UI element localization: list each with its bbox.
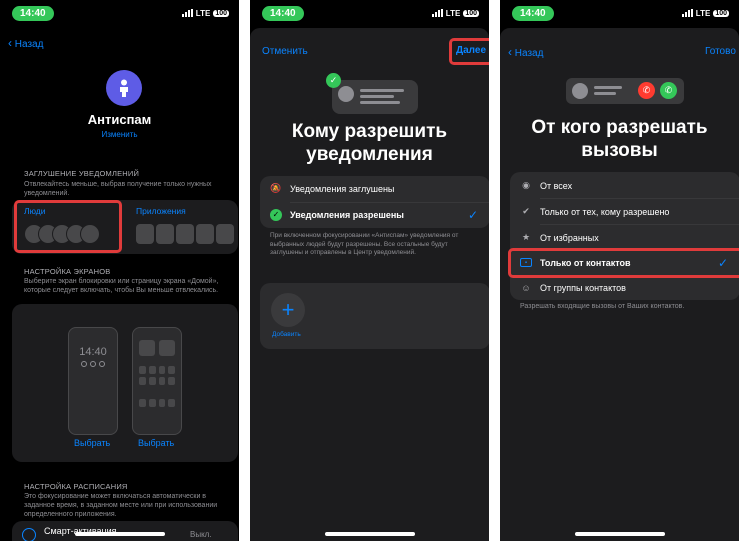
- option-allowed-only[interactable]: ✔ Только от тех, кому разрешено: [510, 199, 739, 224]
- signal-icon: [681, 9, 693, 17]
- apps-tile[interactable]: Приложения: [136, 206, 234, 244]
- status-bar: 14:40 LTE 100: [12, 5, 229, 21]
- back-button[interactable]: ‹ Назад: [508, 45, 543, 59]
- done-button[interactable]: Готово: [705, 46, 736, 57]
- focus-title: Антиспам: [87, 112, 152, 127]
- choose-home-button[interactable]: Выбрать: [138, 438, 174, 448]
- network-label: LTE: [695, 8, 711, 18]
- widget-dots: [69, 361, 117, 367]
- lock-screen-preview[interactable]: 14:40: [68, 327, 118, 435]
- focus-settings-screen: 14:40 LTE 100 ‹ Назад Антиспам Изменить …: [0, 0, 239, 541]
- option-silenced[interactable]: 🔕 Уведомления заглушены: [260, 176, 489, 201]
- smart-activation-icon: [22, 528, 36, 541]
- apps-label: Приложения: [136, 206, 186, 216]
- home-indicator: [574, 532, 665, 536]
- highlight-contacts-only: [508, 248, 739, 278]
- highlight-people: [14, 200, 122, 253]
- allow-notifications-screen: 14:40 LTE 100 Отменить Далее ✓ Кому разр…: [250, 0, 489, 541]
- signal-icon: [431, 9, 443, 17]
- bell-slash-icon: 🔕: [270, 183, 282, 193]
- silence-header: ЗАГЛУШЕНИЕ УВЕДОМЛЕНИЙ: [24, 169, 140, 178]
- accept-call-icon: ✆: [660, 82, 677, 99]
- status-time: 14:40: [512, 5, 554, 21]
- plus-icon: +: [281, 297, 295, 322]
- option-favorites[interactable]: ★ От избранных: [510, 225, 739, 250]
- edit-link[interactable]: Изменить: [0, 130, 239, 139]
- home-indicator: [324, 532, 415, 536]
- silence-description: Отвлекайтесь меньше, выбрав получение то…: [24, 181, 212, 197]
- person-icon: [120, 79, 128, 97]
- star-icon: ★: [521, 232, 531, 242]
- schedule-header: НАСТРОЙКА РАСПИСАНИЯ: [24, 482, 128, 491]
- chevron-left-icon: ‹: [508, 45, 512, 59]
- apps-icons: [136, 224, 234, 244]
- page-title: От кого разрешать вызовы: [531, 117, 708, 161]
- checkmark-icon: ✓: [326, 73, 341, 88]
- notifications-description: При включенном фокусировании «Антиспам» …: [270, 232, 459, 256]
- checkmark-seal-icon: ✔: [522, 206, 530, 216]
- selected-check-icon: ✓: [467, 207, 478, 222]
- call-illustration: ✆ ✆: [566, 78, 684, 104]
- status-bar: 14:40 LTE 100: [512, 5, 729, 21]
- avatar: [338, 86, 354, 102]
- battery-icon: 100: [713, 9, 729, 17]
- cancel-button[interactable]: Отменить: [262, 46, 308, 57]
- notification-options: 🔕 Уведомления заглушены ✓ Уведомления ра…: [260, 176, 489, 228]
- avatar: [572, 83, 588, 99]
- allow-calls-screen: 14:40 LTE 100 ‹ Назад Готово ✆ ✆ От кого…: [500, 0, 739, 541]
- choose-lock-button[interactable]: Выбрать: [74, 438, 110, 448]
- page-title: Кому разрешить уведомления: [291, 121, 448, 165]
- status-time: 14:40: [262, 5, 304, 21]
- highlight-next: [449, 38, 489, 65]
- battery-icon: 100: [213, 9, 229, 17]
- add-label: Добавить: [272, 331, 301, 338]
- notification-illustration: [332, 80, 418, 114]
- decline-call-icon: ✆: [638, 82, 655, 99]
- person-circle-icon: ◉: [522, 180, 530, 190]
- screenshot-collage: 14:40 LTE 100 ‹ Назад Антиспам Изменить …: [0, 0, 750, 541]
- signal-icon: [181, 9, 193, 17]
- home-screen-preview[interactable]: [132, 327, 182, 435]
- option-allowed[interactable]: ✓ Уведомления разрешены ✓: [260, 202, 489, 227]
- chevron-left-icon: ‹: [8, 36, 12, 50]
- option-everyone[interactable]: ◉ От всех: [510, 173, 739, 198]
- back-button[interactable]: ‹ Назад: [8, 36, 43, 50]
- add-person-button[interactable]: +: [271, 293, 305, 327]
- screens-card: [12, 304, 238, 462]
- network-label: LTE: [445, 8, 461, 18]
- check-circle-icon: ✓: [270, 208, 282, 221]
- screens-header: НАСТРОЙКА ЭКРАНОВ: [24, 267, 111, 276]
- status-time: 14:40: [12, 5, 54, 21]
- home-indicator: [74, 532, 165, 536]
- screens-description: Выберите экран блокировки или страницу э…: [24, 278, 219, 294]
- status-bar: 14:40 LTE 100: [262, 5, 479, 21]
- schedule-description: Это фокусирование может включаться автом…: [24, 493, 218, 518]
- option-contact-group[interactable]: ☺ От группы контактов: [510, 275, 739, 300]
- focus-icon: [106, 70, 142, 106]
- call-options-list: ◉ От всех ✔ Только от тех, кому разрешен…: [510, 172, 739, 300]
- battery-icon: 100: [463, 9, 479, 17]
- group-icon: ☺: [521, 282, 531, 293]
- network-label: LTE: [195, 8, 211, 18]
- calls-description: Разрешать входящие вызовы от Ваших конта…: [520, 303, 685, 310]
- lock-time: 14:40: [79, 346, 107, 358]
- smart-activation-value: Выкл.: [190, 530, 212, 539]
